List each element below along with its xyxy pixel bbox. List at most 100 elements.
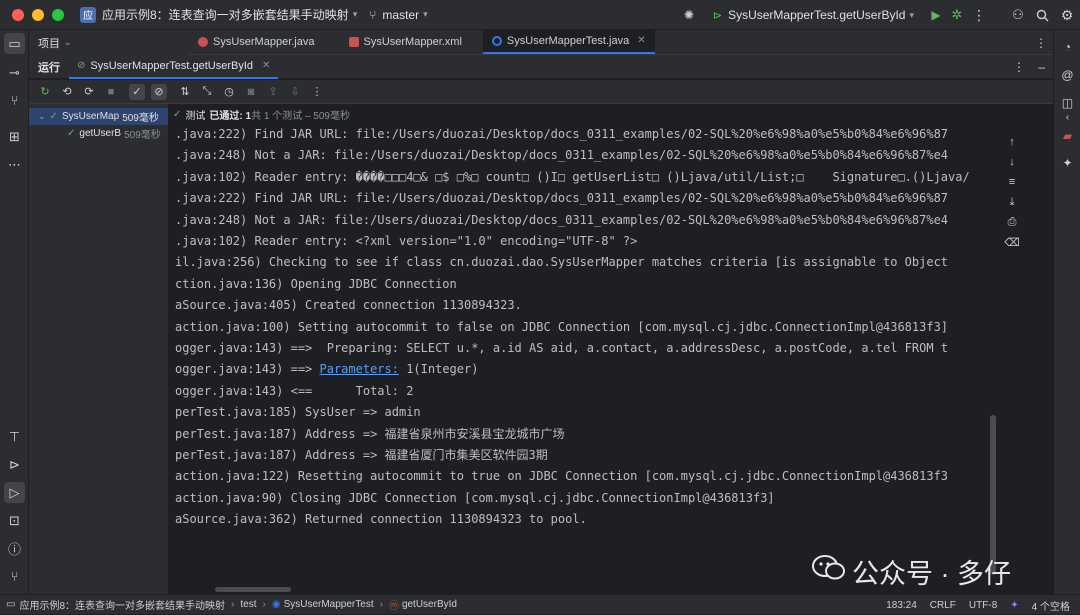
project-panel-header[interactable]: 项目 ⌄ <box>29 30 189 55</box>
structure-icon[interactable]: ⊞ <box>4 126 25 147</box>
pull-requests-icon[interactable]: ⑂ <box>4 90 25 111</box>
import-icon[interactable]: ⇩ <box>287 84 303 100</box>
project-panel-label: 项目 <box>38 37 60 50</box>
tab-label: SysUserMapper.xml <box>363 35 462 48</box>
rerun-failed-icon[interactable]: ⟲ <box>59 84 75 100</box>
console-side-actions: ↑ ↓ ≡ ⤓ ⎙ ⌫ <box>999 124 1053 594</box>
console-line: .java:248) Not a JAR: file:/Users/duozai… <box>175 148 949 163</box>
file-encoding[interactable]: UTF-8 <box>969 600 997 611</box>
indent-setting[interactable]: 4 个空格 <box>1032 598 1070 613</box>
screenshot-icon[interactable]: ◙ <box>243 84 259 100</box>
chevron-down-icon: ▾ <box>909 9 914 20</box>
class-icon: ◉ <box>271 599 281 610</box>
java-class-icon <box>491 35 502 46</box>
breadcrumb-class[interactable]: SysUserMapperTest <box>284 599 374 610</box>
project-folder-icon[interactable]: ▭ <box>4 33 25 54</box>
settings-gear-icon[interactable]: ⚙ <box>1054 7 1080 24</box>
up-arrow-icon[interactable]: ↑ <box>1004 134 1020 150</box>
search-icon[interactable] <box>1030 9 1054 22</box>
notifications-bell-icon[interactable]: ◔ <box>1057 36 1078 57</box>
test-status-passed: 已通过: 1 <box>209 110 252 122</box>
close-icon[interactable]: ✕ <box>262 60 270 71</box>
breadcrumb-method[interactable]: getUserById <box>402 599 457 610</box>
close-tab-icon[interactable]: ✕ <box>637 35 645 46</box>
sort-icon[interactable]: ⇅ <box>177 84 193 100</box>
run-tab[interactable]: ⊘ SysUserMapperTest.getUserById ✕ <box>69 55 279 79</box>
console-line: perTest.java:185) SysUser => admin <box>175 405 421 420</box>
tree-child-duration: 509毫秒 <box>124 130 161 141</box>
toggle-auto-test-icon[interactable]: ⟳ <box>81 84 97 100</box>
console-link[interactable]: Parameters: <box>320 362 399 376</box>
minimize-window-button[interactable] <box>32 8 44 21</box>
tab-sysusermapper-java[interactable]: SysUserMapper.java <box>189 29 324 54</box>
tab-sysusermappertest-java[interactable]: SysUserMapperTest.java ✕ <box>482 29 655 54</box>
breadcrumb-folder[interactable]: test <box>240 599 256 610</box>
chevron-down-icon: ⌄ <box>38 111 46 121</box>
console-horizontal-scrollbar[interactable] <box>215 587 291 592</box>
more-icon[interactable]: ⋮ <box>309 84 325 100</box>
title-bar-actions: ✺ ⊳ SysUserMapperTest.getUserById ▾ ▶ ✲ … <box>679 0 1080 30</box>
stop-icon[interactable]: ■ <box>103 84 119 100</box>
close-window-button[interactable] <box>12 8 24 21</box>
down-arrow-icon[interactable]: ↓ <box>1004 154 1020 170</box>
run-tab-icon: ⊘ <box>77 60 86 71</box>
rerun-icon[interactable]: ↻ <box>37 84 53 100</box>
show-ignored-icon[interactable]: ⊘ <box>151 83 167 100</box>
console-line: aSource.java:405) Created connection 113… <box>175 298 522 313</box>
tree-row-child[interactable]: ✓ getUserB 509毫秒 <box>29 125 168 142</box>
collapse-all-icon[interactable]: ⤡ <box>199 84 215 100</box>
zoom-window-button[interactable] <box>52 8 64 21</box>
problems-icon[interactable]: ⓘ <box>4 538 25 559</box>
branch-menu[interactable]: master <box>382 8 419 22</box>
minimize-panel-icon[interactable]: – <box>1038 60 1045 74</box>
run-more-icon[interactable]: ⋮ <box>1013 60 1025 74</box>
plugin-icon[interactable]: ✦ <box>1057 152 1078 173</box>
project-name-menu[interactable]: 应用示例8：连表查询一对多嵌套结果手动映射 <box>102 6 349 23</box>
ai-assistant-icon[interactable]: @ <box>1057 64 1078 85</box>
terminal-icon[interactable]: ⊡ <box>4 510 25 531</box>
console-line: perTest.java:187) Address => 福建省厦门市集美区软件… <box>175 448 548 462</box>
show-passed-icon[interactable]: ✓ <box>129 83 145 100</box>
tree-root-duration: 509毫秒 <box>122 113 159 124</box>
history-icon[interactable]: ◷ <box>221 84 237 100</box>
bug-icon[interactable]: ✺ <box>679 8 699 22</box>
console-line: action.java:122) Resetting autocommit to… <box>175 469 949 484</box>
breadcrumb-separator: › <box>262 599 266 610</box>
window-controls <box>12 8 64 21</box>
commit-icon[interactable]: ⊸ <box>4 62 25 83</box>
maven-icon[interactable]: ▰ <box>1057 125 1078 146</box>
test-tree: ⌄ ✓ SysUserMap 509毫秒 ✓ getUserB 509毫秒 <box>29 104 169 594</box>
run-configuration-selector[interactable]: SysUserMapperTest.getUserById <box>728 8 905 22</box>
line-separator[interactable]: CRLF <box>930 600 956 611</box>
scroll-to-end-icon[interactable]: ⤓ <box>1004 194 1020 210</box>
services-icon[interactable]: ⊳ <box>4 454 25 475</box>
wechat-logo-icon <box>812 554 846 589</box>
clear-trash-icon[interactable]: ⌫ <box>1004 234 1020 250</box>
tree-row-root[interactable]: ⌄ ✓ SysUserMap 509毫秒 <box>29 108 168 125</box>
breadcrumb-project[interactable]: 应用示例8：连表查询一对多嵌套结果手动映射 <box>19 597 225 612</box>
status-bar: ▭ 应用示例8：连表查询一对多嵌套结果手动映射 › test › ◉ SysUs… <box>0 594 1080 614</box>
export-icon[interactable]: ⇪ <box>265 84 281 100</box>
ai-status-icon[interactable]: ✦ <box>1010 600 1018 611</box>
add-user-icon[interactable]: ⚇ <box>1006 7 1030 23</box>
run-tool-icon[interactable]: ▷ <box>4 482 25 503</box>
more-icon[interactable]: ⋮ <box>968 7 990 24</box>
tab-options-icon[interactable]: ⋮ <box>1035 36 1047 50</box>
xml-file-icon <box>348 36 359 47</box>
run-icon[interactable]: ▶ <box>926 8 946 22</box>
more-tools-icon[interactable]: ⋯ <box>4 154 25 175</box>
console-vertical-scrollbar[interactable] <box>990 415 996 575</box>
build-hammer-icon[interactable]: ⊤ <box>4 426 25 447</box>
ide-window: 应 应用示例8：连表查询一对多嵌套结果手动映射 ▾ ⑂ master ▾ ✺ ⊳… <box>0 0 1080 614</box>
cursor-position[interactable]: 183:24 <box>886 600 917 611</box>
console-output[interactable]: .java:222) Find JAR URL: file:/Users/duo… <box>169 124 999 594</box>
passed-check-icon: ✓ <box>49 111 58 122</box>
console-line: ogger.java:143) <== Total: 2 <box>175 383 414 398</box>
run-tab-label: SysUserMapperTest.getUserById <box>90 59 254 72</box>
tab-sysusermapper-xml[interactable]: SysUserMapper.xml <box>340 29 471 54</box>
run-title: 运行 <box>38 61 60 74</box>
soft-wrap-icon[interactable]: ≡ <box>1004 174 1020 190</box>
print-icon[interactable]: ⎙ <box>1004 214 1020 230</box>
debug-icon[interactable]: ✲ <box>946 7 968 23</box>
git-icon[interactable]: ⑂ <box>4 566 25 587</box>
